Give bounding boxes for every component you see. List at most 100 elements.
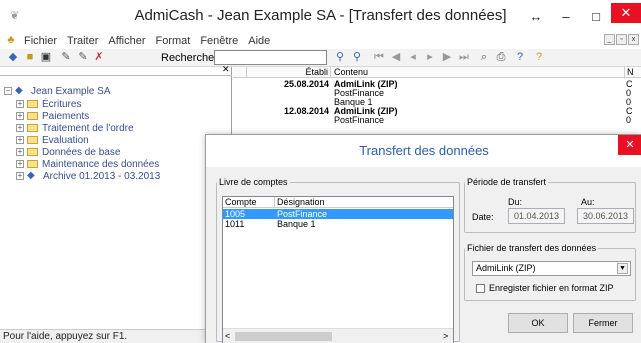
- table-row[interactable]: PostFinance 0: [233, 89, 641, 98]
- table-row[interactable]: PostFinance 0: [233, 116, 641, 125]
- horizontal-scrollbar[interactable]: < >: [223, 328, 453, 343]
- search-label: Rechercher:: [161, 52, 221, 64]
- column-header-etabli[interactable]: Établi: [247, 67, 331, 78]
- transfer-dialog: Transfert des données ✕ Livre de comptes…: [205, 134, 641, 343]
- row-n: 0: [626, 115, 632, 125]
- folder-icon: [27, 160, 38, 168]
- delete-document-icon[interactable]: ✗: [92, 51, 106, 64]
- tree-item[interactable]: + Écritures: [16, 98, 81, 110]
- save-icon[interactable]: ▣: [39, 51, 53, 64]
- row-date: 12.08.2014: [283, 106, 329, 116]
- minimize-button[interactable]: –: [551, 9, 581, 24]
- zip-format-checkbox[interactable]: [476, 284, 485, 293]
- search-icon[interactable]: ⚲: [333, 51, 347, 64]
- tree-item[interactable]: + ◆ Archive 01.2013 - 03.2013: [16, 170, 160, 182]
- scroll-left-icon[interactable]: <: [225, 331, 230, 341]
- company-icon: ◆: [15, 85, 23, 96]
- folder-icon: [27, 100, 38, 108]
- print-icon[interactable]: ⎙: [494, 51, 508, 64]
- dialog-close-button[interactable]: ✕: [618, 135, 641, 155]
- document-menu-icon[interactable]: ♣: [3, 34, 19, 48]
- column-header-n[interactable]: N: [625, 67, 641, 78]
- mdi-minimize-button[interactable]: _: [604, 34, 615, 45]
- maximize-button[interactable]: □: [581, 9, 611, 24]
- archive-icon: ◆: [27, 170, 35, 181]
- account-name: PostFinance: [277, 209, 328, 219]
- tree-item[interactable]: + Traitement de l'ordre: [16, 122, 134, 134]
- chevron-down-icon[interactable]: ▼: [617, 263, 628, 274]
- tree-item[interactable]: + Evaluation: [16, 134, 89, 146]
- panel-close-icon[interactable]: ✕: [222, 64, 230, 75]
- ok-button[interactable]: OK: [508, 313, 568, 333]
- collapse-icon[interactable]: −: [4, 87, 12, 95]
- transfer-period-legend: Période de transfert: [467, 177, 547, 187]
- zip-format-label: Enregister fichier en format ZIP: [489, 283, 614, 293]
- expand-icon[interactable]: +: [16, 136, 24, 144]
- column-header-designation[interactable]: Désignation: [275, 197, 453, 208]
- date-label: Date:: [472, 212, 494, 222]
- expand-icon[interactable]: +: [16, 160, 24, 168]
- new-document-icon[interactable]: ✎: [59, 51, 73, 64]
- grid-corner: [233, 67, 247, 78]
- navigator-icon[interactable]: ◆: [6, 51, 20, 64]
- context-help-icon[interactable]: ?: [513, 51, 527, 64]
- menu-aide[interactable]: Aide: [243, 35, 275, 47]
- search-next-icon[interactable]: ⚲: [350, 51, 364, 64]
- list-item[interactable]: 1005 PostFinance: [223, 209, 453, 219]
- close-dialog-button[interactable]: Fermer: [573, 313, 633, 333]
- expand-icon[interactable]: +: [16, 100, 24, 108]
- date-to-field[interactable]: 30.06.2013: [577, 208, 634, 224]
- search-input[interactable]: [214, 50, 327, 65]
- status-text: Pour l'aide, appuyez sur F1.: [3, 331, 128, 342]
- open-folder-icon[interactable]: ■: [23, 51, 37, 64]
- mdi-restore-button[interactable]: ▫: [616, 34, 627, 45]
- account-name: Banque 1: [277, 219, 316, 229]
- account-book-legend: Livre de comptes: [219, 177, 288, 187]
- list-item[interactable]: 1011 Banque 1: [223, 219, 453, 229]
- tree-item[interactable]: + Données de base: [16, 146, 120, 158]
- close-button[interactable]: ✕: [611, 3, 641, 23]
- menu-format[interactable]: Format: [150, 35, 195, 47]
- to-label: Au:: [581, 197, 595, 207]
- expand-icon[interactable]: +: [16, 124, 24, 132]
- table-row[interactable]: 12.08.2014 AdmiLink (ZIP) C: [233, 107, 641, 116]
- tree-item[interactable]: + Maintenance des données: [16, 158, 159, 170]
- tree-item-label: Maintenance des données: [42, 158, 160, 170]
- expand-icon[interactable]: +: [16, 112, 24, 120]
- next-record-icon[interactable]: ▸: [423, 51, 437, 64]
- scroll-thumb[interactable]: [235, 332, 332, 341]
- first-record-icon[interactable]: ⏮: [372, 51, 386, 64]
- menu-fichier[interactable]: Fichier: [19, 35, 62, 47]
- menu-afficher[interactable]: Afficher: [103, 35, 150, 47]
- column-header-compte[interactable]: Compte: [223, 197, 275, 208]
- last-record-icon[interactable]: ⏭: [457, 51, 471, 64]
- previous-record-icon[interactable]: ◂: [406, 51, 420, 64]
- expand-icon[interactable]: +: [16, 148, 24, 156]
- folder-icon: [27, 112, 38, 120]
- column-header-contenu[interactable]: Contenu: [331, 67, 625, 78]
- tree-root[interactable]: − ◆ Jean Example SA: [4, 85, 111, 97]
- help-icon[interactable]: ?: [532, 51, 546, 64]
- account-number: 1005: [225, 209, 246, 219]
- tree-item-label: Écritures: [42, 98, 82, 110]
- scroll-right-icon[interactable]: >: [443, 331, 448, 341]
- tree-item[interactable]: + Paiements: [16, 110, 89, 122]
- tree-item-label: Archive 01.2013 - 03.2013: [43, 170, 161, 182]
- file-format-select[interactable]: AdmiLink (ZIP) ▼: [472, 261, 631, 276]
- edit-document-icon[interactable]: ✎: [76, 51, 90, 64]
- table-row[interactable]: 25.08.2014 AdmiLink (ZIP) C: [233, 80, 641, 89]
- window-controls: ↔ – □ ✕: [521, 0, 641, 32]
- mdi-close-button[interactable]: x: [628, 34, 639, 45]
- tree-item-label: Paiements: [42, 110, 90, 122]
- previous-page-icon[interactable]: ◀: [389, 51, 403, 64]
- navigation-panel: ✕ − ◆ Jean Example SA + Écritures + Paie…: [0, 64, 232, 329]
- menu-fenetre[interactable]: Fenêtre: [195, 35, 243, 47]
- expand-icon[interactable]: +: [16, 172, 24, 180]
- grid-header: Établi Contenu N: [233, 67, 641, 78]
- snap-icon[interactable]: ↔: [521, 9, 551, 24]
- date-from-field[interactable]: 01.04.2013: [508, 208, 565, 224]
- print-preview-icon[interactable]: ⌕: [477, 51, 491, 64]
- next-page-icon[interactable]: ▶: [440, 51, 454, 64]
- account-list[interactable]: Compte Désignation 1005 PostFinance 1011…: [222, 196, 454, 343]
- menu-traiter[interactable]: Traiter: [62, 35, 103, 47]
